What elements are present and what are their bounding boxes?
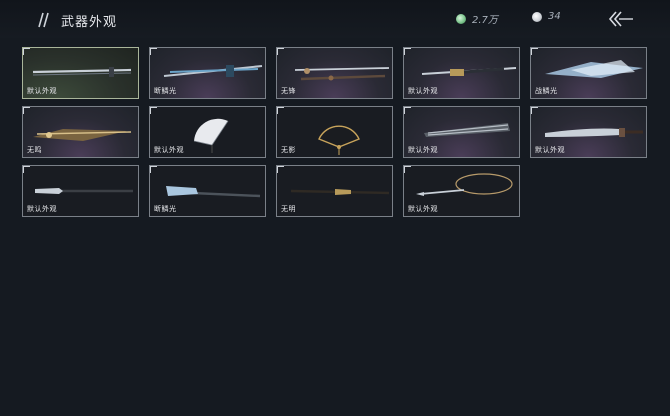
weapon-card-label: 默认外观 xyxy=(535,146,565,154)
weapon-card[interactable]: 默认外观 xyxy=(149,106,266,158)
weapon-card[interactable]: 默认外观 xyxy=(403,165,520,217)
weapon-card-label: 战鳞光 xyxy=(535,87,558,95)
weapon-card[interactable]: 无影 xyxy=(276,106,393,158)
weapon-card[interactable]: 默认外观 xyxy=(403,47,520,99)
weapon-card-label: 断鳞光 xyxy=(154,205,177,213)
weapon-card-label: 无鸣 xyxy=(27,146,42,154)
slash-marks-icon xyxy=(38,12,49,28)
pearl-amount: 34 xyxy=(548,11,561,22)
weapon-card-label: 无明 xyxy=(281,205,296,213)
weapon-card[interactable]: 断鳞光 xyxy=(149,165,266,217)
weapon-card-label: 默认外观 xyxy=(154,146,184,154)
weapon-card[interactable]: 无锋 xyxy=(276,47,393,99)
pearl-currency: 34 xyxy=(532,11,561,22)
weapon-card[interactable]: 默认外观 xyxy=(22,47,139,99)
weapon-card-label: 默认外观 xyxy=(408,87,438,95)
weapon-card-label: 默认外观 xyxy=(408,205,438,213)
jade-currency: 2.7万 xyxy=(456,11,498,26)
jade-amount: 2.7万 xyxy=(472,15,498,26)
weapon-card-label: 无影 xyxy=(281,146,296,154)
weapon-card[interactable]: 无鸣 xyxy=(22,106,139,158)
weapon-card[interactable]: 默认外观 xyxy=(22,165,139,217)
weapon-card-label: 默认外观 xyxy=(408,146,438,154)
top-bar: 武器外观 2.7万 34 xyxy=(0,0,670,38)
weapon-card[interactable]: 断鳞光 xyxy=(149,47,266,99)
weapon-card-label: 默认外观 xyxy=(27,87,57,95)
pearl-icon xyxy=(532,11,542,22)
jade-coin-icon xyxy=(456,13,466,24)
back-button[interactable] xyxy=(607,9,635,29)
weapon-card-label: 断鳞光 xyxy=(154,87,177,95)
weapon-card[interactable]: 默认外观 xyxy=(530,106,647,158)
weapon-card-label: 默认外观 xyxy=(27,205,57,213)
page-title: 武器外观 xyxy=(61,15,118,30)
weapon-card[interactable]: 默认外观 xyxy=(403,106,520,158)
weapon-card[interactable]: 无明 xyxy=(276,165,393,217)
weapon-card-label: 无锋 xyxy=(281,87,296,95)
weapon-card[interactable]: 战鳞光 xyxy=(530,47,647,99)
